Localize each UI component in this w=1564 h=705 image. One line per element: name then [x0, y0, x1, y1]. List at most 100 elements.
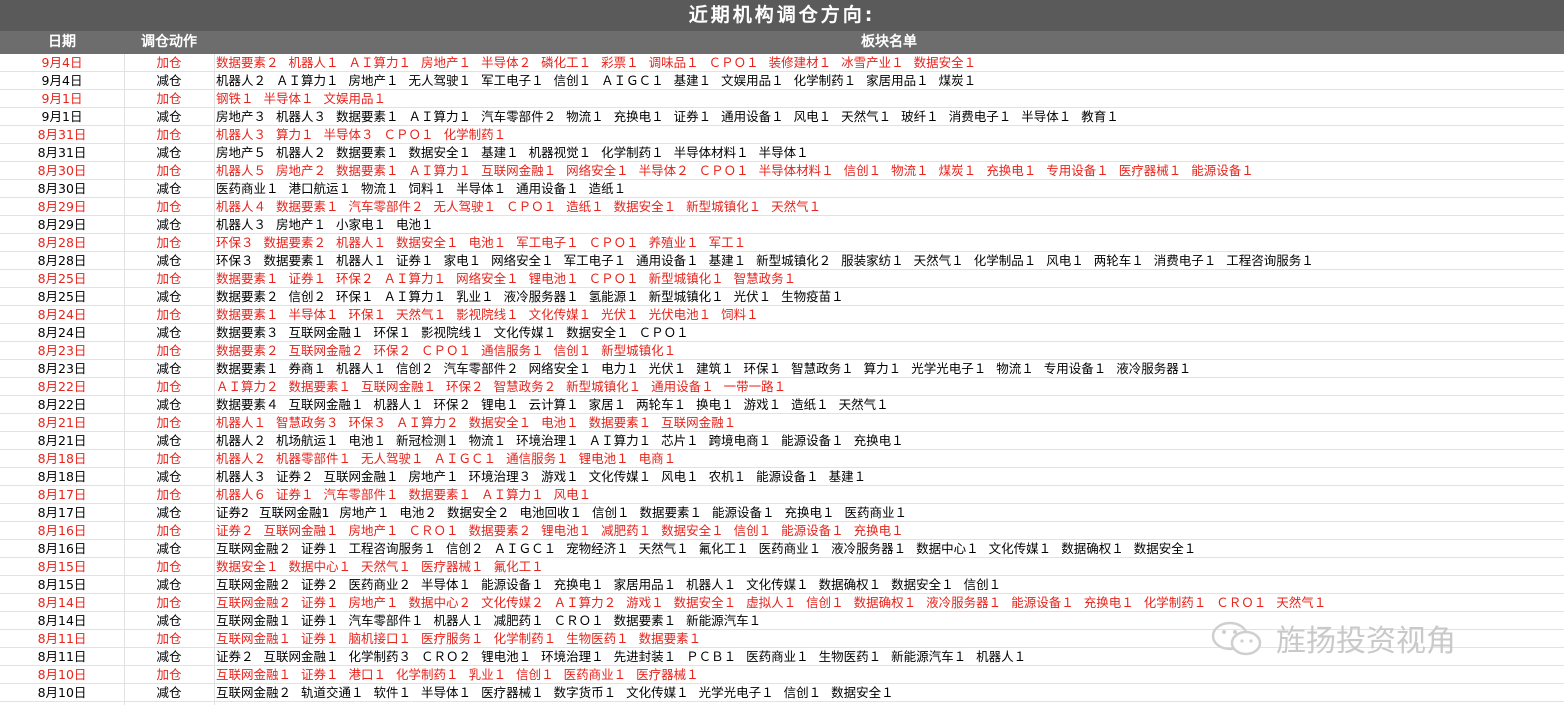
sector-item: ＣＲＯ１	[408, 523, 459, 538]
row-sectors: 数据要素１ 券商１ 机器人１ 信创２ 汽车零部件２ 网络安全１ 电力１ 光伏１ 建筑１ 环保１ 智慧…	[216, 360, 1562, 378]
row-date: 8月18日	[37, 469, 87, 484]
sector-item: 互联网金融１	[288, 325, 364, 340]
sector-item: ＡＩ算力２	[216, 379, 279, 394]
sector-item: 证券２	[301, 577, 339, 592]
sector-item: 机器人２	[276, 145, 327, 160]
row-action: 加仓	[156, 163, 182, 178]
sector-item: ＣＲＯ２	[421, 649, 472, 664]
sector-item: 医药商业１	[844, 505, 908, 520]
sector-item: 氢能源１	[588, 289, 639, 304]
sector-item: 互联网金融２	[216, 685, 292, 700]
sector-item: 军工电子１	[516, 235, 579, 250]
sector-item: 文化传媒１	[493, 325, 557, 340]
table-row: 8月31日 加仓 机器人３ 算力１ 半导体３ ＣＰＯ１ 化学制药１	[0, 126, 1564, 144]
sector-item: 数据要素２	[216, 55, 279, 70]
sector-item: 新型城镇化１	[566, 379, 642, 394]
sector-item: 新型城镇化１	[601, 343, 677, 358]
row-sectors: 数据要素２ 机器人１ ＡＩ算力１ 房地产１ 半导体２ 磷化工１ 彩票１ 调味品１ ＣＰＯ１ 装修建…	[216, 54, 1562, 72]
sector-item: 物流１	[468, 433, 507, 448]
sector-item: 机器人１	[288, 55, 339, 70]
sector-item: 环保１	[743, 361, 782, 376]
sector-item: 充换电１	[784, 505, 835, 520]
table-row: 9月1日 减仓 房地产３ 机器人３ 数据要素１ ＡＩ算力１ 汽车零部件２ 物流１ 充换电１ 证券１…	[0, 108, 1564, 126]
sector-item: 数据确权１	[818, 577, 882, 592]
sector-item: 液冷服务器１	[926, 595, 1002, 610]
sector-item: 房地产１	[408, 469, 459, 484]
sector-item: 房地产１	[348, 73, 399, 88]
sector-item: 能源设备１	[1011, 595, 1074, 610]
sector-item: 光伏１	[648, 361, 687, 376]
row-sectors: 证券2 互联网金融1 房地产１ 电池２ 数据安全２ 电池回收１ 信创１ 数据要素１ 能源设备１ 充…	[216, 504, 1562, 522]
sector-item: 能源设备１	[781, 523, 844, 538]
sector-item: 云计算１	[528, 397, 579, 412]
row-action: 加仓	[156, 667, 182, 682]
sector-item: 医药商业２	[348, 577, 412, 592]
sector-item: 乳业１	[456, 289, 494, 304]
sector-item: 半导体１	[758, 145, 809, 160]
sector-item: 机器人１	[336, 361, 387, 376]
sector-item: 风电１	[661, 469, 699, 484]
sector-item: 数据要素１	[216, 271, 279, 286]
sector-item: ＣＰＯ１	[383, 127, 434, 142]
sector-item: 半导体１	[263, 91, 314, 106]
sector-item: 智慧政务１	[733, 271, 797, 286]
row-action: 加仓	[156, 559, 182, 574]
sector-item: 医疗器械１	[481, 685, 544, 700]
sector-item: 天然气１	[913, 253, 964, 268]
sector-item: 充换电１	[853, 433, 904, 448]
sector-item: 无人驾驶１	[361, 451, 424, 466]
sector-item: 机器人１	[976, 649, 1027, 664]
row-sectors: 证券２ 互联网金融１ 房地产１ ＣＲＯ１ 数据要素２ 锂电池１ 减肥药１ 数据安全１ 信创１ 能源…	[216, 522, 1562, 540]
sector-item: 文化传媒２	[481, 595, 544, 610]
sector-item: 机器人３	[216, 217, 267, 232]
sector-item: 先进封装１	[613, 649, 677, 664]
sector-item: 券商１	[288, 361, 327, 376]
sector-item: 物流１	[996, 361, 1034, 376]
sector-item: 影视院线１	[421, 325, 484, 340]
table-row: 8月31日 减仓 房地产５ 机器人２ 数据要素１ 数据安全１ 基建１ 机器视觉１ 化学制药１ 半导…	[0, 144, 1564, 162]
sector-item: 互联网金融２	[216, 541, 292, 556]
sector-item: 医疗器械１	[1118, 163, 1182, 178]
row-date: 8月25日	[37, 271, 87, 286]
row-action: 减仓	[156, 505, 182, 520]
sector-item: 减肥药１	[493, 613, 544, 628]
sector-item: 互联网金融１	[216, 667, 292, 682]
row-date: 8月14日	[37, 613, 87, 628]
row-date: 8月30日	[37, 163, 87, 178]
sector-item: 互联网金融２	[216, 595, 292, 610]
table-row: 8月16日 减仓 互联网金融２ 证券１ 工程咨询服务１ 信创２ ＡＩＧＣ１ 宠物经济１ 天然气１…	[0, 540, 1564, 558]
sector-item: 机器人１	[433, 613, 484, 628]
sector-item: 房地产１	[421, 55, 472, 70]
sector-item: 数据安全１	[468, 415, 532, 430]
sector-item: 数据安全１	[661, 523, 724, 538]
sector-item: 证券２	[216, 523, 254, 538]
sector-item: 宠物经济１	[566, 541, 629, 556]
sector-item: 数据要素１	[276, 199, 339, 214]
sector-item: ＣＰＯ１	[588, 271, 639, 286]
row-date: 8月23日	[37, 343, 87, 358]
row-sectors: 环保３ 数据要素２ 机器人１ 数据安全１ 电池１ 军工电子１ ＣＰＯ１ 养殖业１ 军工１	[216, 234, 1562, 252]
row-sectors: 机器人３ 房地产１ 小家电１ 电池１	[216, 216, 1562, 234]
sector-item: ＡＩ算力１	[408, 163, 472, 178]
sector-item: 天然气１	[1276, 595, 1327, 610]
sector-item: ＣＰＯ１	[421, 343, 472, 358]
row-sectors: 互联网金融２ 证券２ 医药商业２ 半导体１ 能源设备１ 充换电１ 家居用品１ 机器人１ 文化传媒…	[216, 576, 1562, 594]
sector-item: 半导体２	[481, 55, 532, 70]
sector-item: 新型城镇化２	[756, 253, 832, 268]
sector-item: 钢铁１	[216, 91, 254, 106]
sector-item: 基建１	[481, 145, 519, 160]
sector-item: 信创１	[806, 595, 844, 610]
sector-item: 信创１	[591, 505, 630, 520]
sector-item: 互联网金融１	[288, 397, 364, 412]
sector-item: 无人驾驶１	[408, 73, 472, 88]
sector-item: 医疗服务１	[421, 631, 484, 646]
sector-item: 数据安全１	[613, 199, 677, 214]
row-action: 加仓	[156, 415, 182, 430]
row-sectors: 医药商业１ 港口航运１ 物流１ 饲料１ 半导体１ 通用设备１ 造纸１	[216, 180, 1562, 198]
sector-item: 环境治理１	[541, 649, 604, 664]
row-sectors: 数据安全１ 数据中心１ 天然气１ 医疗器械１ 氟化工１	[216, 558, 1562, 576]
sector-item: 文化传媒１	[988, 541, 1052, 556]
sector-item: 网络安全１	[456, 271, 519, 286]
sector-item: 调味品１	[648, 55, 699, 70]
sector-item: 风电１	[1046, 253, 1084, 268]
